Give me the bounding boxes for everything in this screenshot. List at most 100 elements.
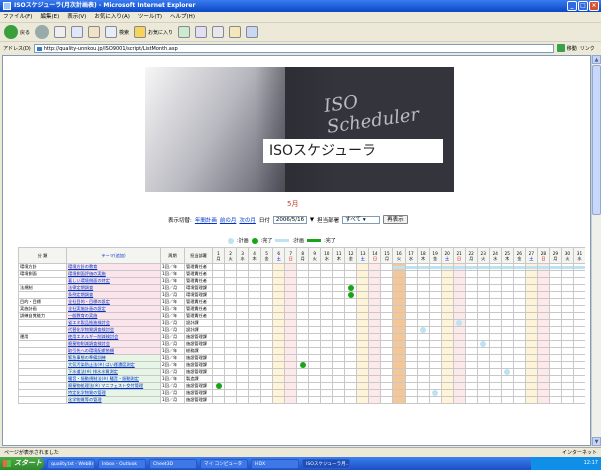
day-cell[interactable] <box>320 319 334 327</box>
day-cell[interactable] <box>560 354 574 362</box>
day-cell[interactable] <box>500 396 514 404</box>
day-cell[interactable] <box>284 326 298 334</box>
day-cell[interactable] <box>368 277 382 285</box>
day-cell[interactable] <box>392 382 406 390</box>
day-cell[interactable] <box>572 340 585 348</box>
day-cell[interactable] <box>344 340 358 348</box>
day-cell[interactable] <box>464 298 478 306</box>
day-cell[interactable] <box>416 382 430 390</box>
day-cell[interactable] <box>416 263 430 271</box>
day-cell[interactable] <box>416 270 430 278</box>
day-cell[interactable] <box>512 354 526 362</box>
day-cell[interactable] <box>548 263 562 271</box>
day-cell[interactable] <box>536 326 550 334</box>
day-cell[interactable] <box>296 319 310 327</box>
day-cell[interactable] <box>368 389 382 397</box>
day-cell[interactable] <box>560 277 574 285</box>
day-cell[interactable] <box>260 291 274 299</box>
day-cell[interactable] <box>356 375 370 383</box>
day-cell[interactable] <box>356 333 370 341</box>
day-cell[interactable] <box>248 263 262 271</box>
day-cell[interactable] <box>368 312 382 320</box>
day-cell[interactable] <box>404 277 418 285</box>
day-cell[interactable] <box>368 396 382 404</box>
day-cell[interactable] <box>488 333 502 341</box>
day-cell[interactable] <box>260 340 274 348</box>
day-cell[interactable] <box>320 298 334 306</box>
day-cell[interactable] <box>296 361 310 369</box>
day-cell[interactable] <box>320 284 334 292</box>
theme-link[interactable]: 条例定期調査 <box>66 291 161 299</box>
start-button[interactable]: スタート <box>0 457 44 470</box>
day-cell[interactable] <box>548 375 562 383</box>
day-cell[interactable] <box>524 333 538 341</box>
day-cell[interactable] <box>272 270 286 278</box>
day-cell[interactable] <box>548 396 562 404</box>
day-cell[interactable] <box>536 389 550 397</box>
day-cell[interactable] <box>536 305 550 313</box>
refresh-view-button[interactable]: 再表示 <box>383 215 408 224</box>
day-cell[interactable] <box>308 347 322 355</box>
day-cell[interactable] <box>536 368 550 376</box>
day-cell[interactable] <box>416 396 430 404</box>
day-cell[interactable] <box>500 326 514 334</box>
day-cell[interactable] <box>272 305 286 313</box>
day-cell[interactable] <box>392 396 406 404</box>
taskbar-item[interactable]: Cheet3D <box>149 458 197 469</box>
day-cell[interactable] <box>500 270 514 278</box>
day-cell[interactable] <box>524 382 538 390</box>
day-cell[interactable] <box>284 396 298 404</box>
day-cell[interactable] <box>440 298 454 306</box>
day-cell[interactable] <box>211 396 226 404</box>
forward-button[interactable] <box>35 25 50 39</box>
day-cell[interactable] <box>548 305 562 313</box>
day-cell[interactable] <box>404 319 418 327</box>
day-cell[interactable] <box>260 312 274 320</box>
day-cell[interactable] <box>512 263 526 271</box>
day-cell[interactable] <box>416 354 430 362</box>
date-input[interactable]: 2006/5/16 <box>272 215 307 224</box>
day-cell[interactable] <box>284 277 298 285</box>
day-cell[interactable] <box>224 305 238 313</box>
day-cell[interactable] <box>500 263 514 271</box>
day-cell[interactable] <box>248 368 262 376</box>
day-cell[interactable] <box>236 319 250 327</box>
day-cell[interactable] <box>344 354 358 362</box>
day-cell[interactable] <box>560 291 574 299</box>
day-cell[interactable] <box>308 375 322 383</box>
day-cell[interactable] <box>560 319 574 327</box>
theme-link[interactable]: 全社実施計画の設定 <box>66 305 161 313</box>
day-cell[interactable] <box>464 270 478 278</box>
day-cell[interactable] <box>344 298 358 306</box>
day-cell[interactable] <box>248 319 262 327</box>
day-cell[interactable] <box>392 375 406 383</box>
day-cell[interactable] <box>356 382 370 390</box>
day-cell[interactable] <box>512 291 526 299</box>
day-cell[interactable] <box>452 305 466 313</box>
day-cell[interactable] <box>296 333 310 341</box>
day-cell[interactable] <box>211 270 226 278</box>
day-cell[interactable] <box>464 305 478 313</box>
taskbar-item[interactable]: Inbox - Outlook <box>98 458 146 469</box>
day-cell[interactable] <box>440 375 454 383</box>
day-cell[interactable] <box>224 340 238 348</box>
day-cell[interactable] <box>524 347 538 355</box>
day-cell[interactable] <box>272 319 286 327</box>
day-cell[interactable] <box>500 333 514 341</box>
day-cell[interactable] <box>536 277 550 285</box>
day-cell[interactable] <box>440 396 454 404</box>
day-cell[interactable] <box>236 298 250 306</box>
day-cell[interactable] <box>572 347 585 355</box>
vertical-scrollbar[interactable]: ▲ ▼ <box>591 55 601 446</box>
day-cell[interactable] <box>572 382 585 390</box>
next-month-link[interactable]: 次の月 <box>239 216 256 224</box>
day-cell[interactable] <box>380 263 394 271</box>
day-cell[interactable] <box>211 277 226 285</box>
day-cell[interactable] <box>236 396 250 404</box>
dept-select[interactable]: すべて ▾ <box>342 215 381 224</box>
home-button[interactable] <box>88 26 101 38</box>
refresh-button[interactable] <box>71 26 84 38</box>
day-cell[interactable] <box>236 305 250 313</box>
day-cell[interactable] <box>344 382 358 390</box>
day-cell[interactable] <box>224 375 238 383</box>
